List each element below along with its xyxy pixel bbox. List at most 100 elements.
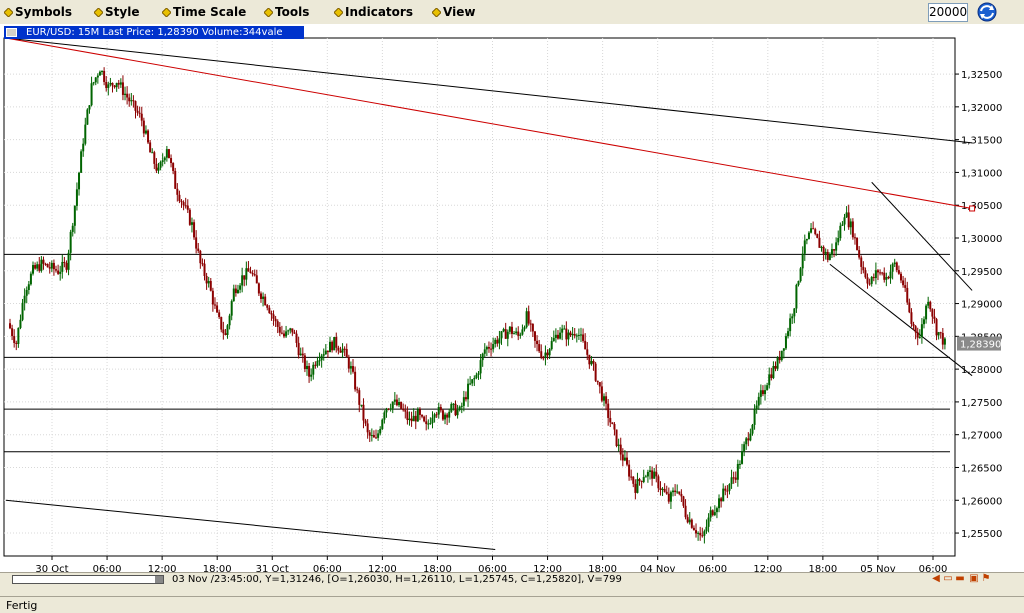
refresh-icon[interactable] [976,1,998,23]
candle-body [416,409,419,422]
candle-body [268,307,271,314]
diamond-icon [432,8,441,17]
menu-tools[interactable]: Tools [264,5,309,19]
candle-body [404,410,407,412]
zoom-out-icon[interactable]: ▬ [954,573,966,585]
candle-body [787,331,790,337]
candle-body [383,412,386,420]
candle-body [594,363,597,381]
y-tick-label: 1,27500 [961,398,1002,409]
candle-body [209,281,212,291]
candle-body [303,355,306,370]
candle-body [124,93,127,95]
candle-body [914,326,917,333]
candle-body [333,337,336,351]
trendline-handle[interactable] [969,205,976,212]
scroll-thumb[interactable] [155,576,163,583]
zoom-in-icon[interactable]: ▭ [942,573,954,585]
candle-body [665,491,668,494]
candle-body [508,326,511,332]
candle-body [492,344,495,350]
candle-body [278,326,281,333]
candle-body [810,228,813,233]
candle-body [519,334,522,336]
x-tick-label: 05 Nov [860,564,896,572]
y-tick-label: 1,26500 [961,463,1002,474]
candle-body [182,202,185,206]
diamond-icon [4,8,13,17]
candle-body [776,357,779,369]
candle-body [784,336,787,349]
candle-body [667,493,670,502]
candle-body [548,349,551,356]
candle-body [297,342,300,356]
candle-body [885,277,888,280]
price-chart[interactable]: 1,32500 1,32000 1,31500 1,31000 1,30500 1,300… [0,24,1024,572]
candle-body [536,340,539,345]
candle-body [640,481,643,483]
candle-body [92,82,95,84]
menu-time-scale[interactable]: Time Scale [162,5,246,19]
candle-body [107,84,110,89]
candle-body [925,305,928,320]
candle-body [906,287,909,303]
x-tick-label: 31 Oct [256,564,289,572]
candle-body [25,290,28,296]
candle-body [619,444,622,455]
candle-body [241,275,244,286]
candle-body [816,234,819,238]
candle-body [697,532,700,534]
menu-indicators[interactable]: Indicators [334,5,413,19]
candle-body [741,451,744,464]
menu-symbols[interactable]: Symbols [4,5,72,19]
candle-body [902,280,905,286]
candle-body [582,334,585,341]
candle-body [270,313,273,315]
menu-style[interactable]: Style [94,5,139,19]
candle-body [943,338,946,345]
candle-body [575,335,578,337]
candle-body [636,479,639,493]
candle-body [761,390,764,395]
candle-body [887,277,890,279]
x-tick-label: 06:00 [698,564,727,572]
candle-body [609,417,612,423]
candle-body [335,337,338,348]
candle-body [728,484,731,491]
candle-body [533,331,536,341]
candle-body [487,347,490,349]
menu-view[interactable]: View [432,5,475,19]
candle-body [676,491,679,493]
candle-body [245,268,248,280]
candle-body [375,437,378,439]
window-icon[interactable] [6,28,17,37]
candle-body [912,323,915,327]
candle-body [205,275,208,284]
candle-body [669,492,672,502]
candle-body [743,444,746,452]
candle-body [291,328,294,333]
pin-icon[interactable]: ⚑ [980,573,992,585]
candle-body [738,463,741,465]
last-price-label: 1,28390 [960,340,1001,351]
candle-body [262,296,265,299]
candle-body [559,332,562,339]
zoom-fit-icon[interactable]: ▣ [968,573,980,585]
candle-body [61,261,64,272]
candle-body [598,382,601,387]
candle-body [546,352,549,356]
candle-body [180,200,183,203]
chart-title-bar[interactable]: EUR/USD: 15M Last Price: 1,28390 Volume:… [4,26,304,39]
candle-body [13,336,16,343]
scroll-left-icon[interactable]: ◀ [930,573,942,585]
candle-body [276,321,279,327]
candle-body [153,152,156,164]
candle-body [747,438,750,441]
horizontal-scrollbar[interactable] [12,575,164,584]
x-tick-label: 18:00 [588,564,617,572]
y-tick-label: 1,32500 [961,70,1002,81]
candle-body [274,318,277,322]
zoom-input[interactable]: 20000 [928,3,968,22]
candle-body [429,423,432,425]
candle-body [425,421,428,425]
